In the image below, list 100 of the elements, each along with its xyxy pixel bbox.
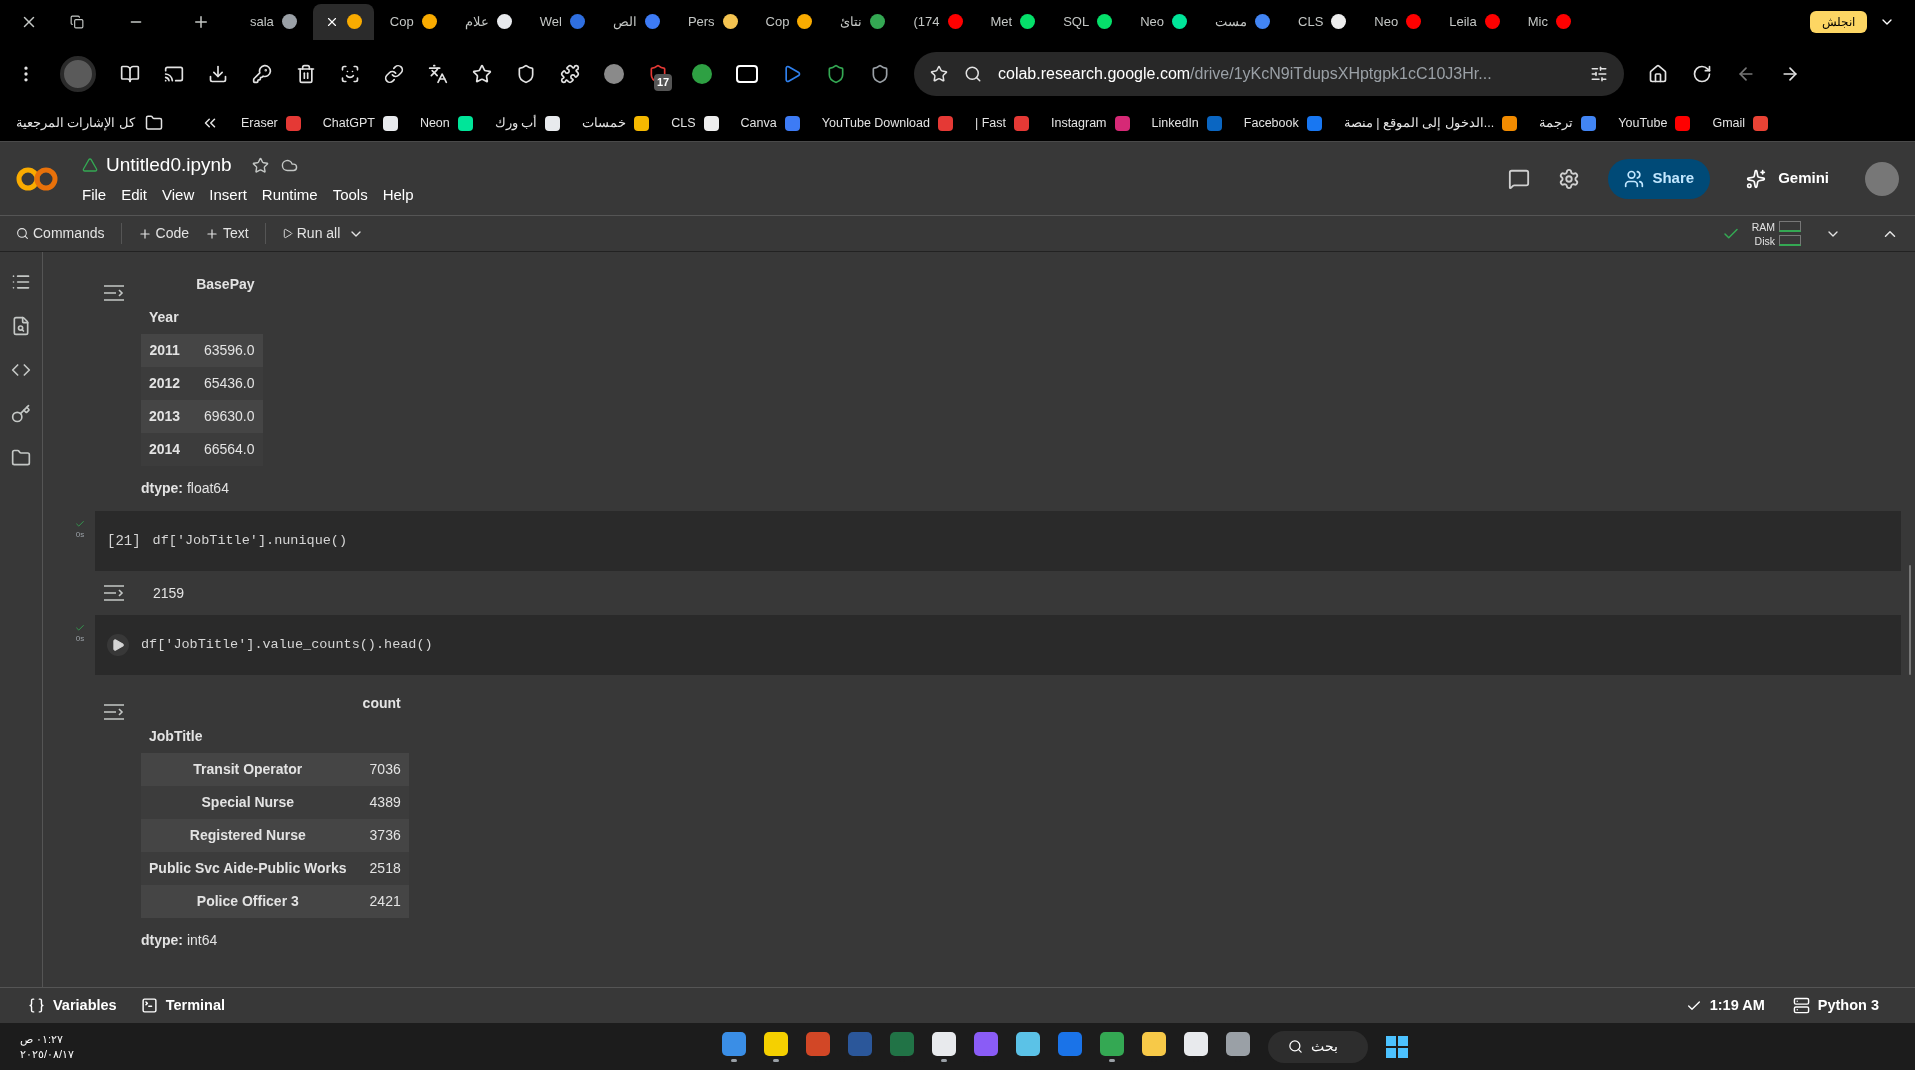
taskbar-search[interactable]: بحث: [1267, 1030, 1368, 1063]
output-toggle-icon[interactable]: [103, 703, 125, 721]
output-toggle-icon[interactable]: [103, 284, 125, 302]
bookmark-link[interactable]: أب ورك: [494, 113, 538, 133]
menu-item[interactable]: Insert: [209, 183, 247, 206]
browser-tab[interactable]: Leila: [1437, 3, 1512, 40]
browser-tab[interactable]: مست: [1203, 3, 1283, 40]
star-icon[interactable]: [251, 156, 269, 174]
taskbar-app-icon[interactable]: [763, 1031, 788, 1062]
key-icon[interactable]: [252, 64, 272, 84]
code-cell[interactable]: df['JobTitle'].value_counts().head(): [95, 615, 1901, 675]
bookmark-link[interactable]: | Fast: [974, 113, 1006, 133]
star-icon[interactable]: [472, 64, 492, 84]
home-icon[interactable]: [1648, 64, 1668, 84]
files-icon[interactable]: [11, 448, 31, 468]
bookmark-link[interactable]: YouTube: [1618, 113, 1668, 133]
restore-icon[interactable]: [70, 14, 84, 29]
profile-chip[interactable]: انجلش: [1810, 10, 1867, 33]
taskbar-time[interactable]: ٠١:٢٧ ص: [20, 1031, 75, 1047]
notebook-title[interactable]: Untitled0.ipynb: [106, 151, 232, 180]
folder-icon[interactable]: [144, 114, 163, 132]
menu-item[interactable]: File: [82, 183, 107, 206]
drive-icon[interactable]: [82, 157, 98, 174]
bookmark-link[interactable]: Canva: [740, 113, 777, 133]
link-icon[interactable]: [384, 64, 404, 84]
cast-icon[interactable]: [164, 64, 184, 84]
book-icon[interactable]: [120, 64, 140, 84]
menu-item[interactable]: View: [162, 183, 195, 206]
translate-icon[interactable]: [428, 64, 448, 84]
code-cell[interactable]: [21] df['JobTitle'].nunique(): [95, 511, 1901, 571]
browser-tab[interactable]: Neo: [1128, 3, 1200, 40]
colab-logo[interactable]: [16, 165, 58, 192]
bookmark-link[interactable]: Neon: [419, 113, 450, 133]
settings-icon[interactable]: [1558, 167, 1581, 190]
browser-tab[interactable]: Cop: [377, 3, 449, 40]
add-text-button[interactable]: Text: [205, 223, 266, 244]
window-icon[interactable]: [736, 65, 758, 83]
profile-avatar[interactable]: [60, 56, 96, 92]
bookmark-link[interactable]: YouTube Download: [821, 113, 930, 133]
bookmark-link[interactable]: CLS: [671, 113, 696, 133]
taskbar-app-icon[interactable]: [931, 1031, 956, 1062]
output-toggle-icon[interactable]: [103, 584, 125, 602]
server-icon[interactable]: [1792, 997, 1810, 1014]
taskbar-date[interactable]: ٢٠٢٥/٠٨/١٧: [20, 1046, 75, 1062]
commands-button[interactable]: Commands: [16, 223, 122, 244]
bookmark-star-icon[interactable]: [930, 65, 948, 83]
browser-tab[interactable]: CLS: [1286, 3, 1359, 40]
trash-icon[interactable]: [296, 64, 316, 84]
security-icon[interactable]: [870, 64, 890, 84]
run-cell-button[interactable]: [107, 634, 129, 656]
terminal-button[interactable]: Terminal: [140, 994, 226, 1017]
start-icon[interactable]: [1385, 1035, 1408, 1058]
browser-tab[interactable]: sala: [238, 3, 309, 40]
secrets-icon[interactable]: [11, 404, 31, 424]
gemini-button[interactable]: Gemini: [1738, 167, 1837, 190]
browser-tab[interactable]: SQL: [1051, 3, 1125, 40]
menu-item[interactable]: Tools: [332, 183, 368, 206]
comments-icon[interactable]: [1508, 167, 1531, 190]
profile-avatar[interactable]: [1865, 161, 1899, 196]
bookmark-link[interactable]: Gmail: [1712, 113, 1746, 133]
add-code-button[interactable]: Code: [121, 223, 206, 244]
browser-tab[interactable]: [312, 3, 374, 40]
runtime-status[interactable]: Python 3: [1817, 994, 1879, 1017]
bookmark-link[interactable]: Instagram: [1050, 113, 1107, 133]
find-icon[interactable]: [11, 316, 31, 336]
reload-icon[interactable]: [1692, 64, 1712, 84]
browser-tab[interactable]: Met: [978, 3, 1048, 40]
browser-tab[interactable]: Wel: [527, 3, 597, 40]
menu-item[interactable]: Edit: [121, 183, 148, 206]
browser-tab[interactable]: Neo: [1362, 3, 1434, 40]
browser-tab[interactable]: الص: [600, 3, 672, 40]
bookmark-link[interactable]: خمسات: [582, 113, 627, 133]
bookmark-link[interactable]: الدخول إلى الموقع | منصة...: [1343, 113, 1495, 133]
toc-icon[interactable]: [11, 272, 31, 292]
search-icon[interactable]: [964, 65, 982, 83]
menu-item[interactable]: Runtime: [261, 183, 318, 206]
variables-button[interactable]: Variables: [28, 994, 117, 1017]
run-all-button[interactable]: Run all: [265, 223, 357, 244]
browser-tab[interactable]: نتائ: [828, 3, 898, 40]
shield-check-icon[interactable]: [826, 64, 846, 84]
browser-tab[interactable]: Cop: [753, 3, 825, 40]
shield-icon[interactable]: [648, 64, 668, 84]
browser-tab[interactable]: Mic: [1515, 3, 1583, 40]
share-button[interactable]: Share: [1608, 158, 1711, 199]
browser-tab[interactable]: (174: [901, 3, 975, 40]
bookmark-link[interactable]: LinkedIn: [1151, 113, 1199, 133]
bookmark-link[interactable]: ترجمة: [1539, 113, 1574, 133]
bookmark-link[interactable]: ChatGPT: [322, 113, 375, 133]
all-bookmarks-link[interactable]: كل الإشارات المرجعية: [16, 113, 135, 133]
extensions-icon[interactable]: [560, 64, 580, 84]
taskbar-app-icon[interactable]: [1099, 1031, 1124, 1062]
address-bar[interactable]: colab.research.google.com/drive/1yKcN9iTdupsXHptgpk1cC10J3Hr...: [914, 52, 1624, 96]
bookmark-link[interactable]: Eraser: [240, 113, 278, 133]
menu-item[interactable]: Help: [382, 183, 414, 206]
download-icon[interactable]: [208, 64, 228, 84]
bookmark-link[interactable]: Facebook: [1243, 113, 1299, 133]
browser-tab[interactable]: علام: [452, 3, 524, 40]
site-settings-icon[interactable]: [1590, 65, 1608, 83]
last-run-status[interactable]: 1:19 AM: [1709, 994, 1765, 1017]
browser-tab[interactable]: Pers: [675, 3, 750, 40]
